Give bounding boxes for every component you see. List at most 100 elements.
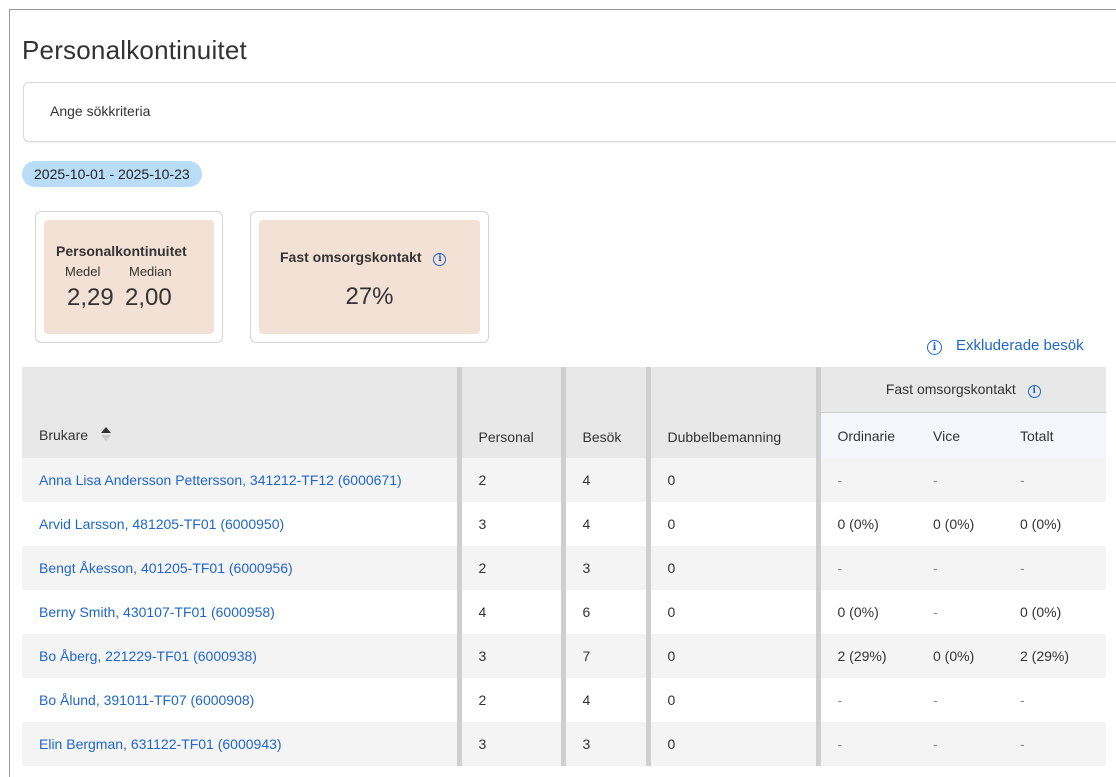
date-range-chip[interactable]: 2025-10-01 - 2025-10-23	[22, 161, 202, 187]
cell-ordinarie: -	[815, 722, 916, 766]
cell-dubbelbemanning: 0	[645, 678, 818, 722]
col-header-brukare[interactable]: Brukare	[22, 367, 459, 458]
cell-personal: 3	[456, 634, 563, 678]
cell-vice: -	[916, 458, 1003, 502]
cell-vice: 0 (0%)	[916, 634, 1003, 678]
cell-besok: 4	[560, 678, 648, 722]
cell-vice: 0 (0%)	[916, 502, 1003, 546]
info-icon[interactable]: i	[1027, 385, 1041, 398]
kpi-medel-label: Medel	[65, 264, 101, 279]
col-label-besok: Besök	[582, 429, 622, 445]
col-label-ordinarie: Ordinarie	[837, 427, 896, 444]
col-label-vice: Vice	[933, 427, 960, 444]
cell-totalt: 0 (0%)	[1003, 502, 1107, 546]
kpi-title-text: Fast omsorgskontakt	[280, 249, 422, 265]
search-criteria-panel[interactable]: Ange sökkriteria	[23, 82, 1116, 142]
cell-totalt: -	[1003, 678, 1107, 722]
cell-dubbelbemanning: 0	[645, 502, 818, 546]
cell-dubbelbemanning: 0	[645, 546, 818, 590]
cell-vice: -	[916, 546, 1003, 590]
cell-ordinarie: 0 (0%)	[815, 590, 916, 634]
kpi-title-fast-omsorgskontakt: Fast omsorgskontakt i	[280, 249, 447, 266]
cell-brukare: Bo Åberg, 221229-TF01 (6000938)	[22, 634, 459, 678]
col-label-brukare: Brukare	[39, 427, 89, 443]
brukare-link[interactable]: Elin Bergman, 631122-TF01 (6000943)	[39, 736, 282, 752]
info-icon: i	[927, 340, 942, 355]
cell-personal: 3	[456, 722, 563, 766]
excluded-visits-label[interactable]: Exkluderade besök	[956, 337, 1084, 354]
brukare-link[interactable]: Bengt Åkesson, 401205-TF01 (6000956)	[39, 560, 293, 576]
search-criteria-label[interactable]: Ange sökkriteria	[50, 103, 150, 119]
cell-besok: 6	[560, 590, 648, 634]
cell-brukare: Arvid Larsson, 481205-TF01 (6000950)	[22, 502, 459, 546]
cell-personal: 4	[456, 590, 563, 634]
col-header-ordinarie[interactable]: Ordinarie	[815, 412, 916, 458]
col-label-totalt: Totalt	[1020, 427, 1054, 444]
kpi-medel-value: 2,29	[67, 284, 114, 311]
kpi-value-fast-omsorgskontakt: 27%	[345, 283, 394, 310]
brukare-link[interactable]: Bo Åberg, 221229-TF01 (6000938)	[39, 648, 257, 664]
cell-totalt: -	[1003, 722, 1107, 766]
brukare-link[interactable]: Anna Lisa Andersson Pettersson, 341212-T…	[39, 472, 402, 488]
cell-ordinarie: -	[815, 546, 916, 590]
brukare-link[interactable]: Berny Smith, 430107-TF01 (6000958)	[39, 604, 275, 620]
cell-dubbelbemanning: 0	[645, 722, 818, 766]
table-row: Bo Ålund, 391011-TF07 (6000908) 2 4 0 - …	[22, 678, 1107, 722]
cell-besok: 4	[560, 458, 648, 502]
kpi-card-personalkontinuitet: Personalkontinuitet Medel Median 2,29 2,…	[35, 211, 223, 343]
cell-brukare: Bo Ålund, 391011-TF07 (6000908)	[22, 678, 459, 722]
col-group-label: Fast omsorgskontakt	[885, 381, 1016, 397]
cell-dubbelbemanning: 0	[645, 458, 818, 502]
cell-vice: -	[916, 722, 1003, 766]
cell-brukare: Elin Bergman, 631122-TF01 (6000943)	[22, 722, 459, 766]
col-header-totalt[interactable]: Totalt	[1003, 412, 1107, 458]
cell-besok: 3	[560, 546, 648, 590]
sort-icon[interactable]	[100, 426, 112, 445]
table-row: Arvid Larsson, 481205-TF01 (6000950) 3 4…	[22, 502, 1107, 546]
table-row: Bo Åberg, 221229-TF01 (6000938) 3 7 0 2 …	[22, 634, 1107, 678]
col-group-fast-omsorgskontakt: Fast omsorgskontakt i	[815, 367, 1107, 413]
cell-personal: 2	[456, 678, 563, 722]
table-row: Berny Smith, 430107-TF01 (6000958) 4 6 0…	[22, 590, 1107, 634]
cell-ordinarie: -	[815, 678, 916, 722]
cell-vice: -	[916, 590, 1003, 634]
col-header-besok[interactable]: Besök	[560, 367, 648, 458]
cell-totalt: 0 (0%)	[1003, 590, 1107, 634]
cell-personal: 3	[456, 502, 563, 546]
cell-totalt: 2 (29%)	[1003, 634, 1107, 678]
cell-besok: 7	[560, 634, 648, 678]
cell-personal: 2	[456, 458, 563, 502]
excluded-visits-link[interactable]: i Exkluderade besök	[927, 337, 1084, 355]
info-icon[interactable]: i	[433, 253, 447, 266]
page-title: Personalkontinuitet	[22, 35, 247, 65]
cell-besok: 3	[560, 722, 648, 766]
table-row: Bengt Åkesson, 401205-TF01 (6000956) 2 3…	[22, 546, 1107, 590]
kpi-median-label: Median	[129, 264, 172, 279]
kpi-median-value: 2,00	[125, 284, 172, 311]
cell-ordinarie: 2 (29%)	[815, 634, 916, 678]
cell-ordinarie: 0 (0%)	[815, 502, 916, 546]
cell-dubbelbemanning: 0	[645, 634, 818, 678]
cell-brukare: Bengt Åkesson, 401205-TF01 (6000956)	[22, 546, 459, 590]
cell-totalt: -	[1003, 546, 1107, 590]
cell-dubbelbemanning: 0	[645, 590, 818, 634]
cell-totalt: -	[1003, 458, 1107, 502]
kpi-card-fast-omsorgskontakt: Fast omsorgskontakt i 27%	[250, 211, 489, 343]
col-label-dubbelbemanning: Dubbelbemanning	[667, 429, 782, 445]
col-header-dubbelbemanning[interactable]: Dubbelbemanning	[645, 367, 818, 458]
cell-brukare: Berny Smith, 430107-TF01 (6000958)	[22, 590, 459, 634]
table-row: Elin Bergman, 631122-TF01 (6000943) 3 3 …	[22, 722, 1107, 766]
cell-personal: 2	[456, 546, 563, 590]
table-row: Anna Lisa Andersson Pettersson, 341212-T…	[22, 458, 1107, 502]
col-label-personal: Personal	[478, 429, 534, 445]
col-header-vice[interactable]: Vice	[916, 412, 1003, 458]
cell-ordinarie: -	[815, 458, 916, 502]
cell-brukare: Anna Lisa Andersson Pettersson, 341212-T…	[22, 458, 459, 502]
cell-vice: -	[916, 678, 1003, 722]
brukare-link[interactable]: Arvid Larsson, 481205-TF01 (6000950)	[39, 516, 284, 532]
cell-besok: 4	[560, 502, 648, 546]
kpi-title: Personalkontinuitet	[56, 243, 187, 259]
continuity-table: Brukare Personal Besök Dubbelbemanning F…	[22, 367, 1107, 766]
col-header-personal[interactable]: Personal	[456, 367, 563, 458]
brukare-link[interactable]: Bo Ålund, 391011-TF07 (6000908)	[39, 692, 254, 708]
